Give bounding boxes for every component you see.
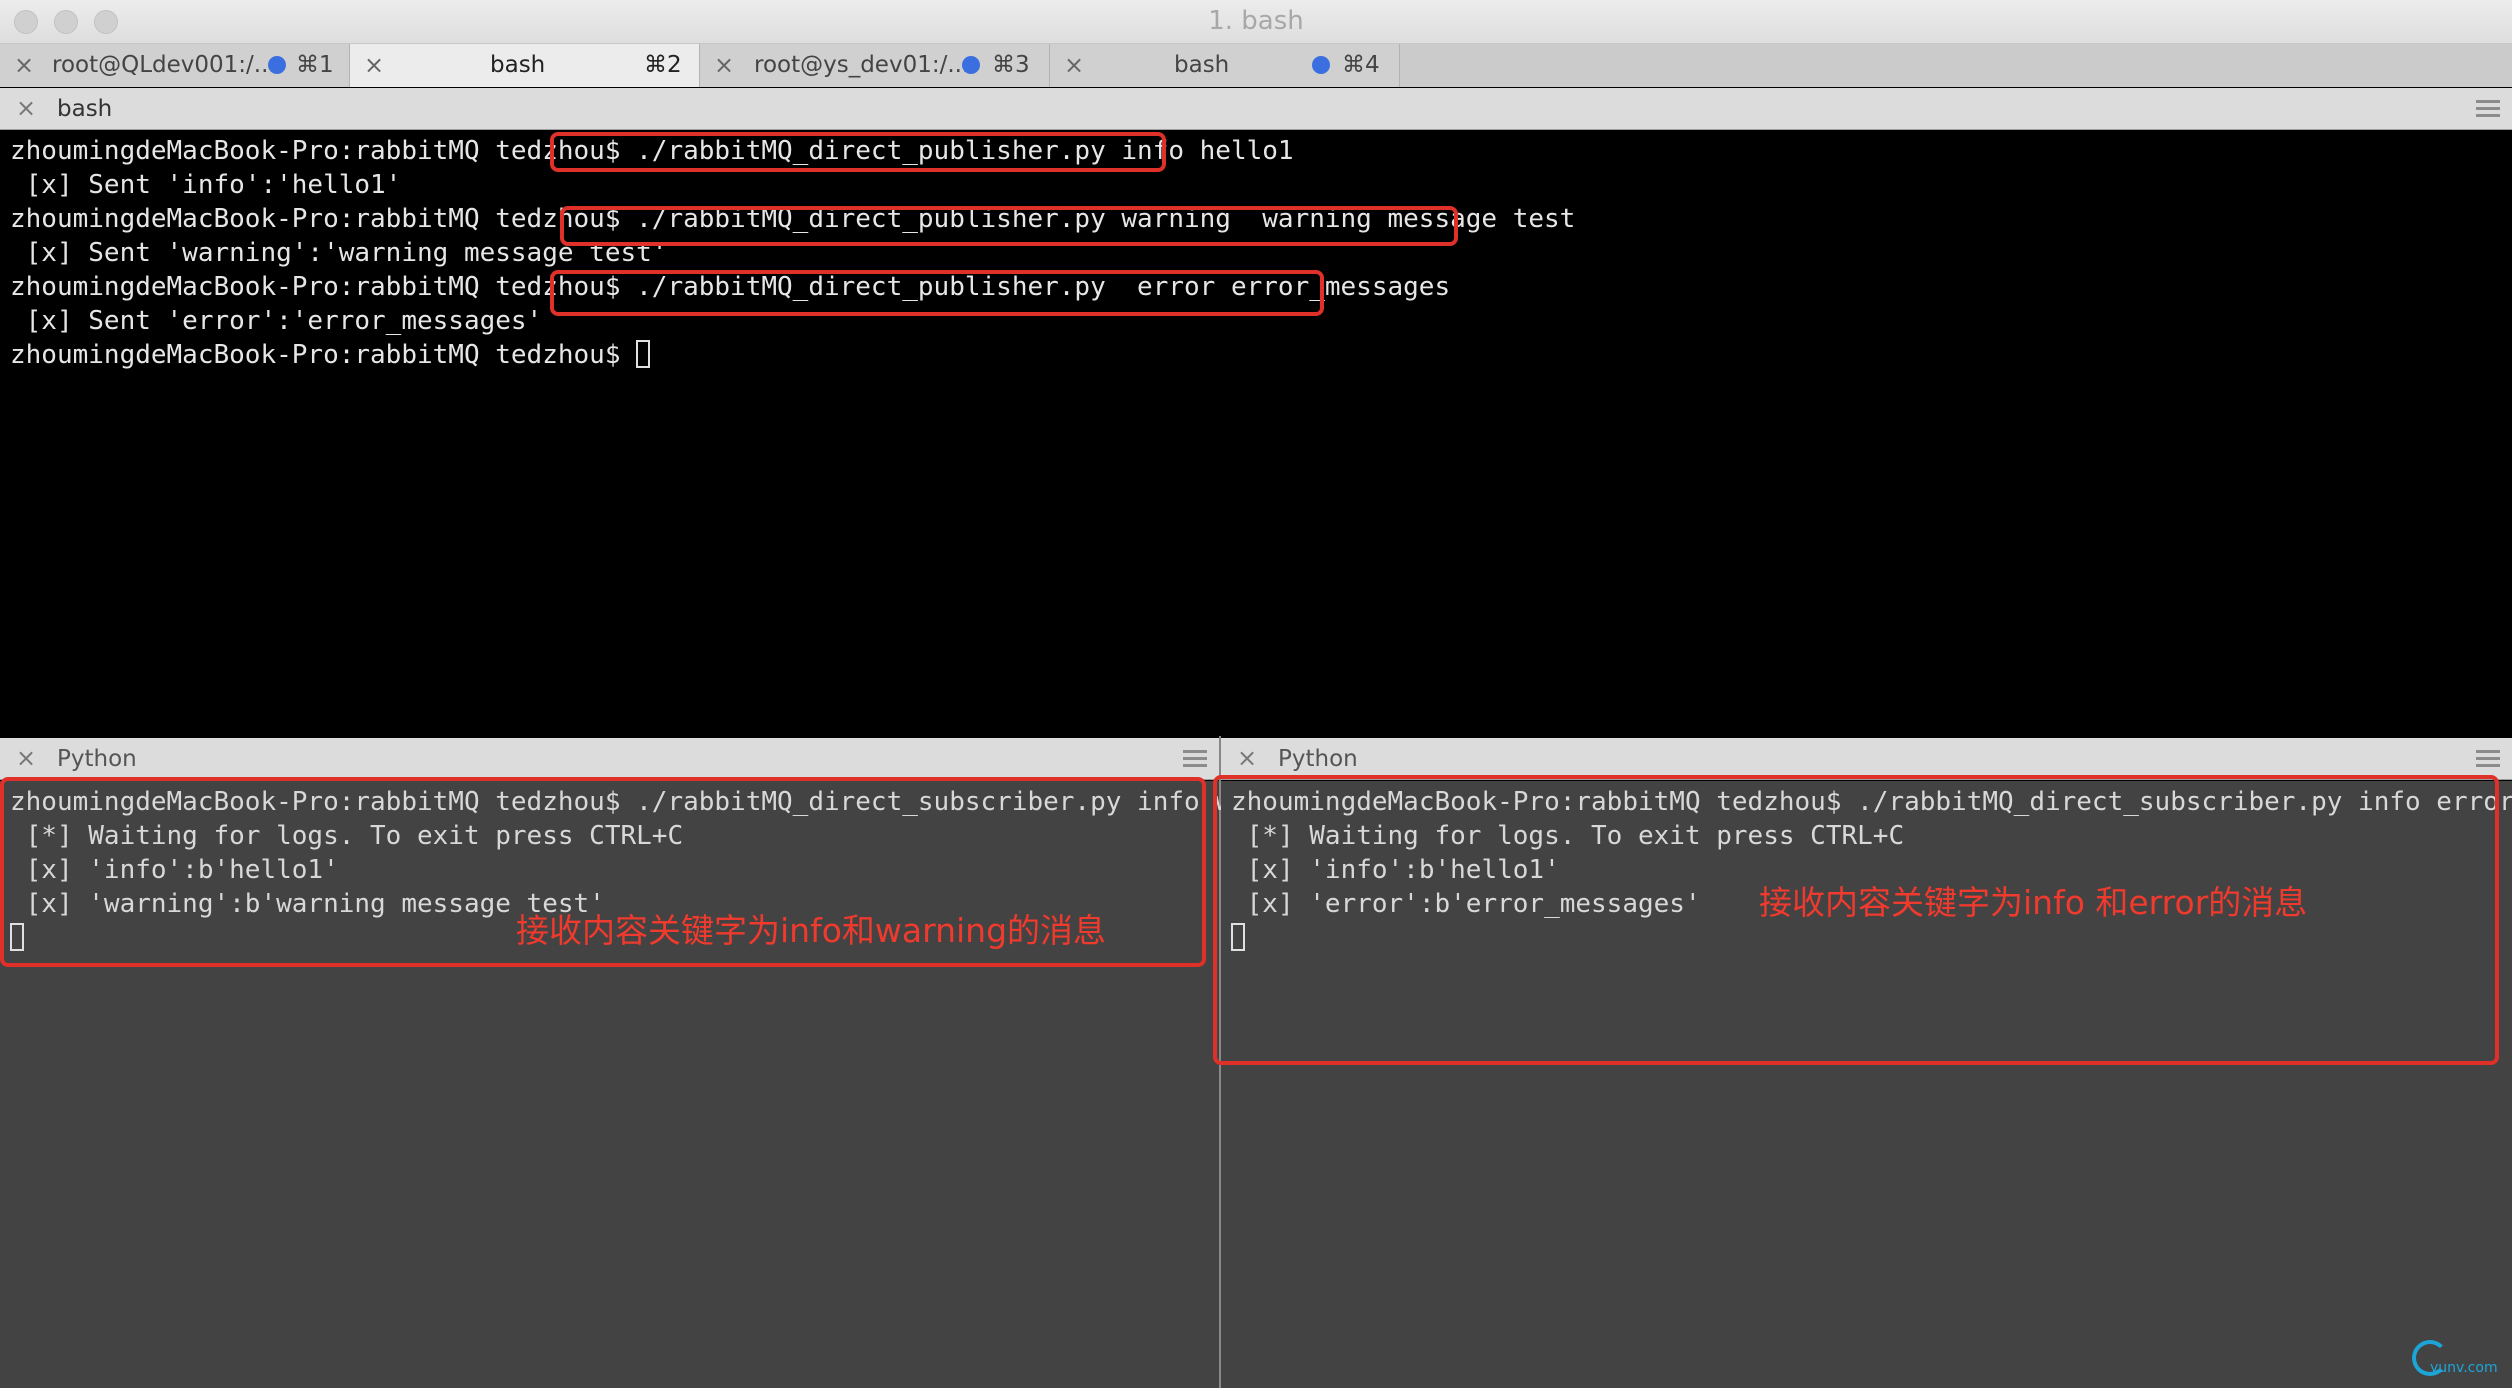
tab-label: bash	[1174, 52, 1230, 78]
terminal-pane-subscriber-info-warning[interactable]: zhoumingdeMacBook-Pro:rabbitMQ tedzhou$ …	[0, 777, 1325, 1388]
highlight-box-command-3	[550, 270, 1324, 316]
tab-3[interactable]: × root@ys_dev01:/... ⌘3	[700, 44, 1050, 87]
tab-label: bash	[490, 52, 546, 78]
highlight-box-command-1	[550, 132, 1166, 172]
close-pane-icon[interactable]: ×	[16, 744, 36, 772]
close-pane-icon[interactable]: ×	[1237, 744, 1257, 772]
close-icon[interactable]: ×	[1064, 51, 1084, 79]
tab-bar: × root@QLdev001:/... ⌘1 × bash ⌘2 × root…	[0, 44, 2512, 87]
close-icon[interactable]: ×	[14, 51, 34, 79]
watermark-text: yunv.com	[2430, 1360, 2498, 1376]
terminal-pane-subscriber-info-error[interactable]: zhoumingdeMacBook-Pro:rabbitMQ tedzhou$ …	[1213, 775, 2512, 1388]
pane-header-top[interactable]: × bash	[0, 88, 2512, 130]
tab-2[interactable]: × bash ⌘2	[350, 44, 700, 87]
tab-bar-empty-area	[1400, 44, 2512, 87]
tab-shortcut: ⌘3	[992, 52, 1030, 78]
close-pane-icon[interactable]: ×	[16, 94, 36, 122]
close-icon[interactable]: ×	[364, 51, 384, 79]
pane-title: Python	[1278, 746, 1358, 772]
annotation-text: 接收内容关键字为info 和error的消息	[1759, 883, 2308, 922]
pane-title: bash	[57, 96, 113, 122]
tab-1[interactable]: × root@QLdev001:/... ⌘1	[0, 44, 350, 87]
tab-shortcut: ⌘4	[1342, 52, 1380, 78]
tab-4[interactable]: × bash ⌘4	[1050, 44, 1400, 87]
pane-title: Python	[57, 746, 137, 772]
tab-shortcut: ⌘1	[296, 52, 334, 78]
hamburger-icon[interactable]	[2476, 100, 2500, 118]
terminal-prompt-line: zhoumingdeMacBook-Pro:rabbitMQ tedzhou$	[10, 338, 651, 372]
highlight-box-command-2	[560, 206, 1458, 246]
terminal-line: [x] Sent 'info':'hello1'	[10, 170, 402, 200]
annotation-text: 接收内容关键字为info和warning的消息	[516, 911, 1107, 950]
tab-shortcut: ⌘2	[644, 52, 682, 78]
close-icon[interactable]: ×	[714, 51, 734, 79]
tab-label: root@QLdev001:/...	[52, 52, 276, 78]
hamburger-icon[interactable]	[1183, 750, 1207, 768]
window-title: 1. bash	[1208, 6, 1304, 36]
site-watermark-logo: yunv.com	[2408, 1338, 2504, 1382]
activity-dot-icon	[962, 56, 980, 74]
pane-header-bottom-right[interactable]: × Python	[1221, 738, 2512, 780]
prompt-text: zhoumingdeMacBook-Pro:rabbitMQ tedzhou$	[10, 340, 637, 370]
activity-dot-icon	[1312, 56, 1330, 74]
title-bar: 1. bash	[0, 0, 2512, 44]
pane-header-bottom-left[interactable]: × Python	[0, 738, 1219, 780]
hamburger-icon[interactable]	[2476, 750, 2500, 768]
tab-label: root@ys_dev01:/...	[754, 52, 970, 78]
terminal-line: [x] Sent 'error':'error_messages'	[10, 306, 543, 336]
terminal-pane-publisher[interactable]: zhoumingdeMacBook-Pro:rabbitMQ tedzhou$ …	[0, 130, 2512, 736]
activity-dot-icon	[268, 56, 286, 74]
cursor	[636, 340, 651, 368]
